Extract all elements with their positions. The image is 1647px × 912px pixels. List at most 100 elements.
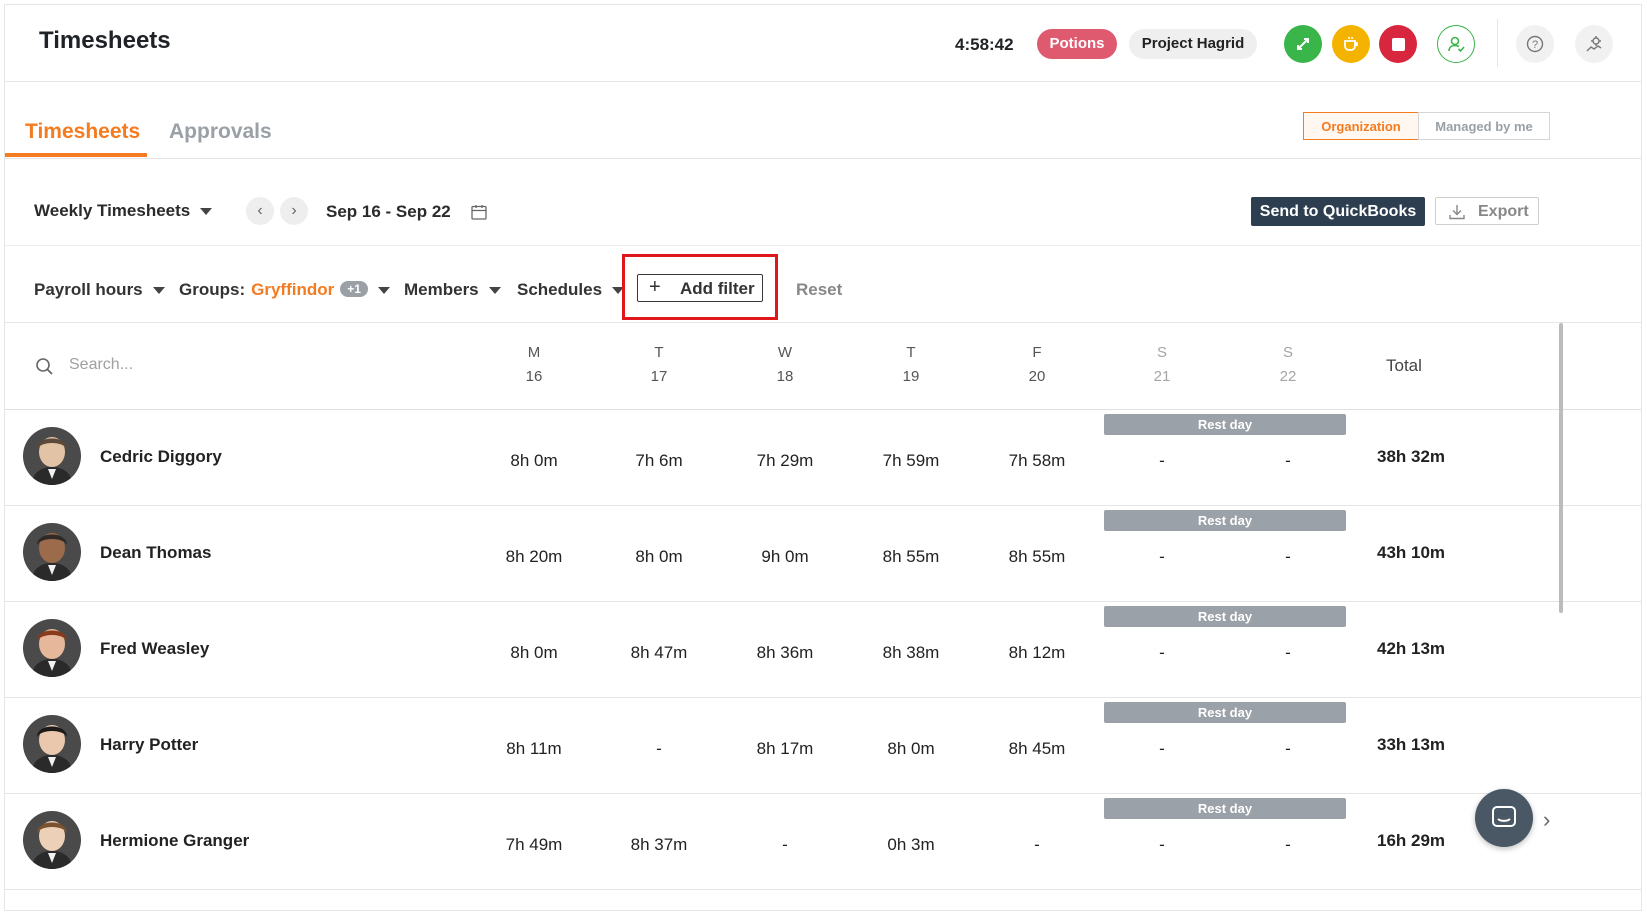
hours-cell[interactable]: 8h 20m: [484, 547, 584, 567]
hours-cell[interactable]: -: [1238, 835, 1338, 855]
activity-pill[interactable]: Potions: [1037, 29, 1117, 59]
timesheet-controls: Weekly Timesheets ‹ › Sep 16 - Sep 22 Se…: [5, 159, 1641, 246]
send-to-quickbooks-button[interactable]: Send to QuickBooks: [1251, 197, 1425, 226]
hours-cell[interactable]: -: [1112, 643, 1212, 663]
hours-cell[interactable]: -: [1238, 451, 1338, 471]
total-column-header: Total: [1386, 356, 1422, 375]
hours-cell[interactable]: -: [1112, 835, 1212, 855]
active-tab-underline: [5, 153, 147, 157]
table-row[interactable]: Hermione Granger Rest day 7h 49m 8h 37m - 0h …: [5, 793, 1641, 890]
timer-display: 4:58:42: [955, 35, 1014, 54]
chevron-down-icon: [377, 287, 390, 295]
table-row[interactable]: Cedric Diggory Rest day 8h 0m 7h 6m 7h 29m 7h…: [5, 409, 1641, 506]
calendar-icon[interactable]: [470, 203, 488, 226]
hours-cell[interactable]: 7h 49m: [484, 835, 584, 855]
hours-cell[interactable]: -: [609, 739, 709, 759]
member-name[interactable]: Hermione Granger: [100, 831, 249, 851]
hours-cell[interactable]: -: [1112, 739, 1212, 759]
hours-cell[interactable]: 9h 0m: [735, 547, 835, 567]
tab-approvals[interactable]: Approvals: [169, 120, 272, 144]
hours-cell[interactable]: -: [987, 835, 1087, 855]
next-week-button[interactable]: ›: [280, 197, 308, 225]
avatar: [23, 619, 81, 677]
hours-cell[interactable]: 8h 12m: [987, 643, 1087, 663]
members-filter[interactable]: Members: [404, 280, 501, 300]
coffee-icon[interactable]: [1332, 25, 1370, 63]
hours-cell[interactable]: 7h 6m: [609, 451, 709, 471]
schedules-filter[interactable]: Schedules: [517, 280, 625, 300]
day-header-sun: S 22: [1279, 344, 1297, 385]
export-button[interactable]: Export: [1435, 197, 1539, 225]
day-header-tue: T 17: [650, 344, 668, 385]
hours-cell[interactable]: 8h 0m: [484, 643, 584, 663]
chevron-down-icon: [200, 208, 213, 216]
row-total: 43h 10m: [1377, 543, 1446, 562]
hours-cell[interactable]: 8h 11m: [484, 739, 584, 759]
hours-cell[interactable]: 8h 0m: [609, 547, 709, 567]
hours-cell[interactable]: 8h 38m: [861, 643, 961, 663]
export-label: Export: [1478, 203, 1529, 220]
hours-cell[interactable]: 8h 45m: [987, 739, 1087, 759]
table-row[interactable]: Fred Weasley Rest day 8h 0m 8h 47m 8h 36m 8h …: [5, 601, 1641, 698]
table-header: Search... M 16 T 17 W 18 T 19 F 20 S 21 S 22 To…: [5, 323, 1641, 410]
plus-icon: +: [649, 276, 661, 298]
app-window: Timesheets 4:58:42 Potions Project Hagri…: [4, 4, 1642, 911]
hours-cell[interactable]: -: [1112, 451, 1212, 471]
hours-cell[interactable]: -: [1238, 739, 1338, 759]
groups-filter[interactable]: Groups: Gryffindor +1: [179, 280, 390, 300]
member-name[interactable]: Harry Potter: [100, 735, 198, 755]
groups-value: Gryffindor: [251, 280, 335, 299]
hours-cell[interactable]: 8h 36m: [735, 643, 835, 663]
hours-cell[interactable]: -: [735, 835, 835, 855]
avatar: [23, 811, 81, 869]
member-name[interactable]: Fred Weasley: [100, 639, 209, 659]
hours-cell[interactable]: 8h 37m: [609, 835, 709, 855]
hours-cell[interactable]: 7h 58m: [987, 451, 1087, 471]
user-check-icon[interactable]: [1437, 25, 1475, 63]
member-name[interactable]: Cedric Diggory: [100, 447, 222, 467]
chat-launcher-button[interactable]: [1475, 789, 1533, 847]
rest-day-badge: Rest day: [1104, 510, 1346, 531]
member-name[interactable]: Dean Thomas: [100, 543, 211, 563]
table-row[interactable]: Dean Thomas Rest day 8h 20m 8h 0m 9h 0m 8h 55…: [5, 505, 1641, 602]
hours-cell[interactable]: -: [1112, 547, 1212, 567]
chat-icon: [1492, 806, 1516, 827]
hours-cell[interactable]: 8h 0m: [484, 451, 584, 471]
hours-cell[interactable]: 8h 55m: [987, 547, 1087, 567]
hours-cell[interactable]: 8h 17m: [735, 739, 835, 759]
avatar: [23, 427, 81, 485]
day-header-mon: M 16: [525, 344, 543, 385]
project-pill[interactable]: Project Hagrid: [1129, 29, 1257, 59]
header-divider: [1497, 19, 1498, 67]
scope-organization-button[interactable]: Organization: [1303, 112, 1419, 140]
add-filter-button[interactable]: + Add filter: [637, 274, 763, 302]
map-pin-icon[interactable]: [1284, 25, 1322, 63]
help-icon[interactable]: ?: [1516, 25, 1554, 63]
chevron-down-icon: [152, 287, 165, 295]
hours-cell[interactable]: -: [1238, 643, 1338, 663]
search-icon: [35, 357, 54, 381]
hours-cell[interactable]: -: [1238, 547, 1338, 567]
search-input[interactable]: Search...: [69, 356, 133, 374]
scope-managed-button[interactable]: Managed by me: [1418, 112, 1550, 140]
hours-cell[interactable]: 7h 59m: [861, 451, 961, 471]
hours-cell[interactable]: 8h 0m: [861, 739, 961, 759]
stop-icon[interactable]: [1379, 25, 1417, 63]
reset-filters-link[interactable]: Reset: [796, 280, 842, 300]
add-filter-label: Add filter: [680, 279, 755, 298]
hours-cell[interactable]: 8h 55m: [861, 547, 961, 567]
hours-cell[interactable]: 8h 47m: [609, 643, 709, 663]
payroll-hours-label: Payroll hours: [34, 280, 143, 299]
row-total: 42h 13m: [1377, 639, 1446, 658]
previous-week-button[interactable]: ‹: [246, 197, 274, 225]
date-range: Sep 16 - Sep 22: [326, 202, 451, 221]
hours-cell[interactable]: 0h 3m: [861, 835, 961, 855]
settings-icon[interactable]: [1575, 25, 1613, 63]
view-selector[interactable]: Weekly Timesheets: [34, 201, 213, 221]
payroll-hours-filter[interactable]: Payroll hours: [34, 280, 165, 300]
tab-timesheets[interactable]: Timesheets: [25, 120, 140, 144]
hours-cell[interactable]: 7h 29m: [735, 451, 835, 471]
chevron-right-icon[interactable]: ›: [1543, 807, 1550, 833]
vertical-scrollbar[interactable]: [1559, 323, 1563, 613]
table-row[interactable]: Harry Potter Rest day 8h 11m - 8h 17m 8h 0m 8h…: [5, 697, 1641, 794]
